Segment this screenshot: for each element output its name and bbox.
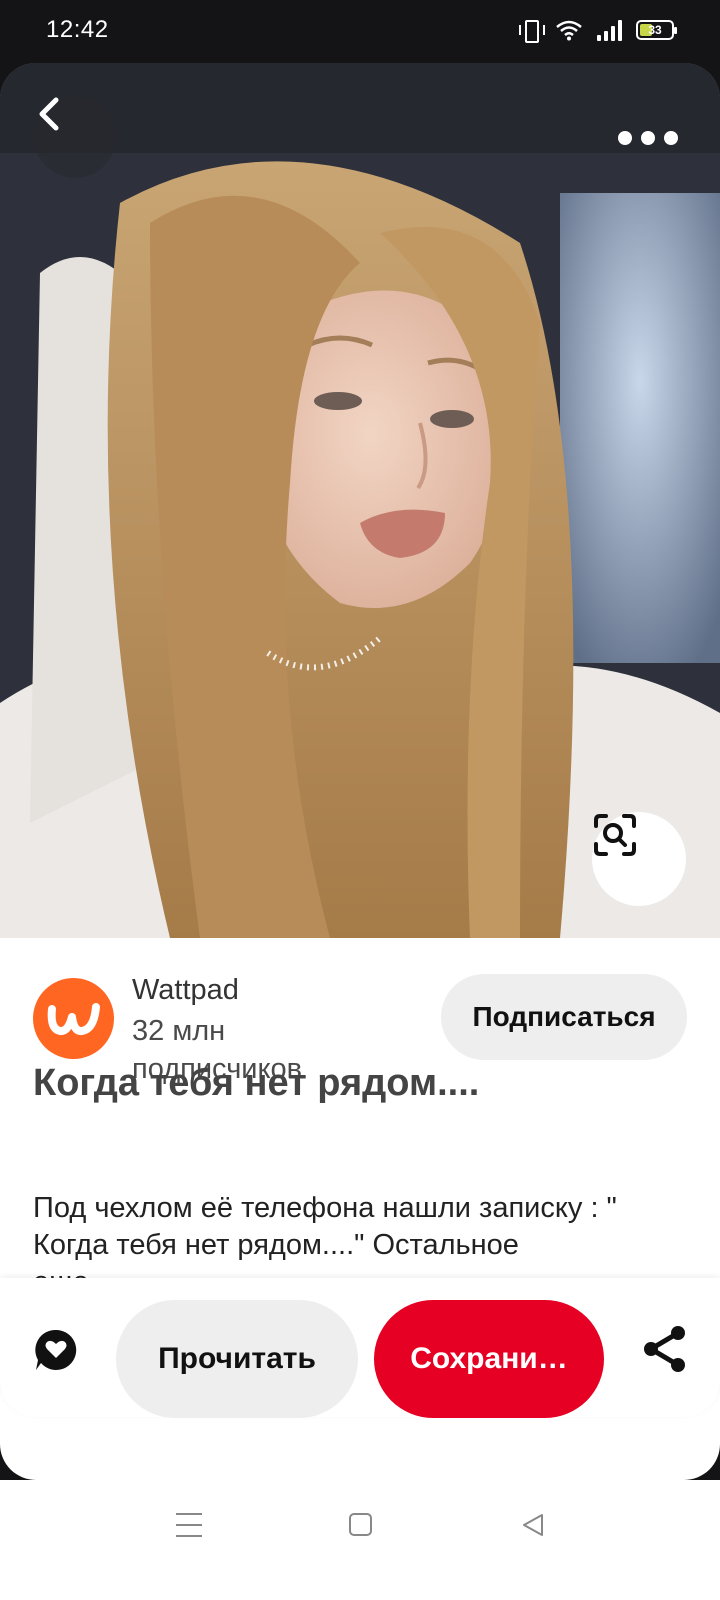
follow-button[interactable]: Подписаться bbox=[441, 974, 687, 1060]
more-options-button[interactable] bbox=[618, 123, 678, 153]
pin-description: Под чехлом её телефона нашли записку : "… bbox=[33, 1192, 617, 1261]
visual-search-button[interactable] bbox=[592, 812, 686, 906]
chevron-left-icon bbox=[39, 97, 59, 131]
read-button[interactable]: Прочитать bbox=[116, 1300, 358, 1418]
pin-photo-illustration bbox=[0, 63, 720, 938]
lens-search-icon bbox=[594, 814, 636, 856]
pin-image[interactable] bbox=[0, 63, 720, 938]
home-icon[interactable] bbox=[349, 1513, 372, 1536]
action-bar: Прочитать Сохрани… bbox=[0, 1278, 720, 1418]
save-button[interactable]: Сохрани… bbox=[374, 1300, 604, 1418]
creator-avatar[interactable] bbox=[33, 978, 114, 1059]
comment-heart-icon[interactable] bbox=[32, 1326, 80, 1374]
battery-level: 33 bbox=[648, 23, 662, 37]
back-button[interactable] bbox=[34, 96, 116, 178]
pin-title: Когда тебя нет рядом.... bbox=[33, 1062, 480, 1104]
menu-icon[interactable] bbox=[176, 1513, 202, 1537]
status-icons: 33 bbox=[519, 18, 677, 43]
more-dots-icon bbox=[618, 131, 632, 145]
share-icon[interactable] bbox=[640, 1324, 690, 1374]
wifi-icon bbox=[556, 20, 582, 41]
screen: 12:42 33 Wattpad 32 млн подписчиков Подп… bbox=[0, 0, 720, 1600]
status-time: 12:42 bbox=[46, 16, 109, 43]
creator-name[interactable]: Wattpad bbox=[132, 974, 239, 1007]
signal-icon bbox=[597, 19, 622, 41]
status-bar: 12:42 33 bbox=[0, 0, 720, 62]
vibrate-icon bbox=[519, 18, 545, 43]
back-triangle-icon[interactable] bbox=[520, 1512, 546, 1538]
wattpad-logo-icon bbox=[47, 1002, 100, 1035]
system-nav-bar bbox=[0, 1480, 720, 1600]
description-more-link[interactable]: еще bbox=[33, 1264, 89, 1278]
battery-icon: 33 bbox=[636, 20, 677, 40]
